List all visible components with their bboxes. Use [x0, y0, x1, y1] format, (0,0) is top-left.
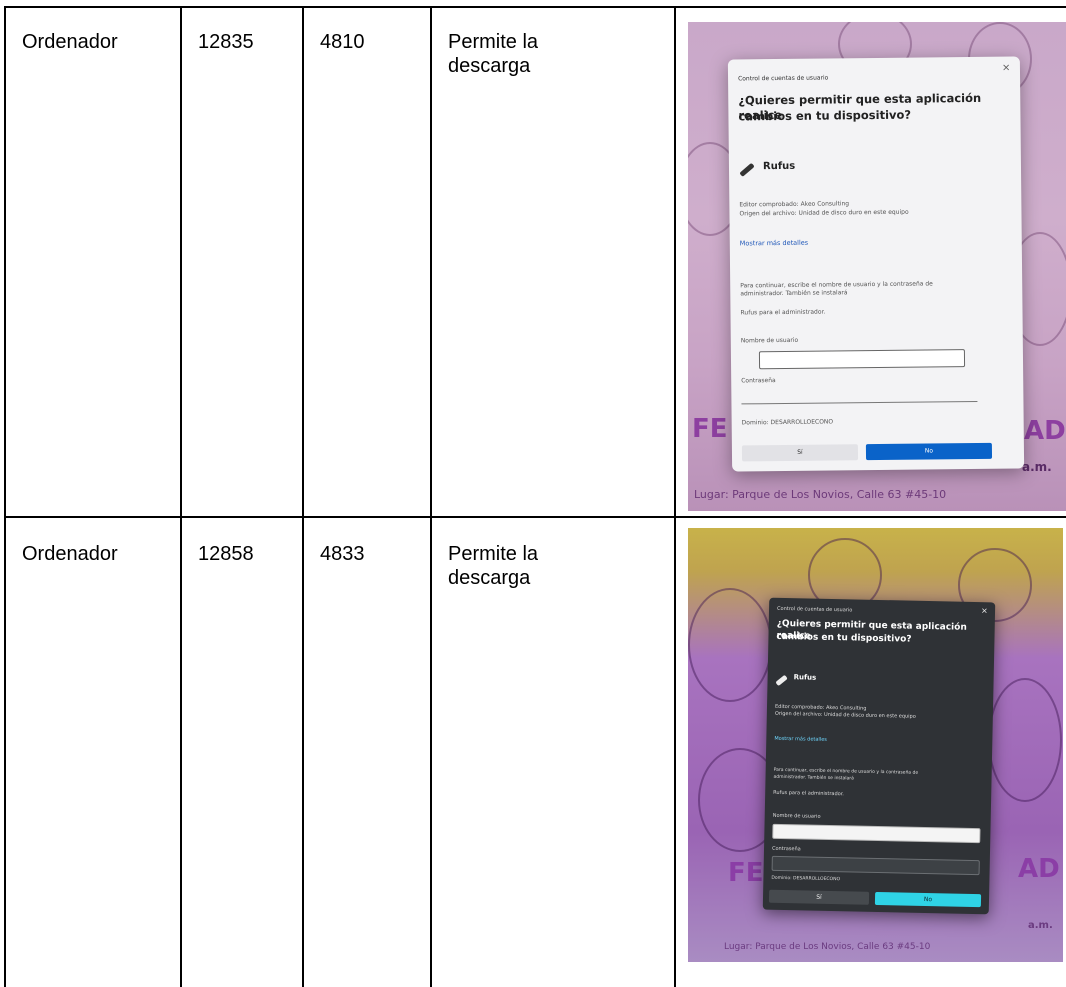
- poster-place: Lugar: Parque de Los Novios, Calle 63 #4…: [694, 488, 947, 501]
- yes-button-label: Sí: [797, 448, 803, 456]
- dialog-header: Control de cuentas de usuario: [776, 605, 853, 614]
- dialog-question-line2: cambios en tu dispositivo?: [776, 631, 912, 645]
- table-top-border: [4, 6, 1066, 8]
- screenshot-photo-dark: FE AD a.m. Lugar: Parque de Los Novios, …: [688, 528, 1063, 962]
- publisher-text: Editor comprobado: Akeo Consulting: [739, 200, 850, 209]
- poster-place: Lugar: Parque de Los Novios, Calle 63 #4…: [724, 942, 931, 952]
- poster-text: AD: [1018, 854, 1060, 884]
- pen-icon: [775, 674, 788, 687]
- screenshot-photo-light: FE AD a.m. Lugar: Parque de Los Novios, …: [688, 22, 1066, 511]
- column-divider: [180, 6, 182, 987]
- device-cell: Ordenador: [22, 31, 118, 53]
- poster-illustration: [988, 678, 1062, 802]
- value-cell: 4833: [320, 543, 365, 565]
- password-field[interactable]: [741, 400, 978, 405]
- value-cell: 12858: [198, 543, 254, 565]
- domain-text: Dominio: DESARROLLOECONO: [771, 875, 841, 883]
- poster-text: AD: [1024, 416, 1066, 446]
- close-icon[interactable]: ×: [981, 606, 988, 615]
- result-cell-line1: Permite la: [448, 31, 539, 53]
- column-divider: [430, 6, 432, 987]
- origin-text: Origen del archivo: Unidad de disco duro…: [739, 208, 909, 218]
- result-cell-line1: Permite la: [448, 543, 539, 565]
- yes-button-label: Sí: [816, 893, 822, 901]
- instructions-line2: administrador. También se instalará: [773, 774, 854, 782]
- result-cell-line2: descarga: [448, 55, 531, 77]
- details-link[interactable]: Mostrar más detalles: [740, 239, 808, 248]
- password-label: Contraseña: [771, 845, 801, 853]
- username-field[interactable]: [758, 349, 966, 370]
- close-icon[interactable]: ×: [1002, 63, 1011, 74]
- poster-text: FE: [692, 414, 728, 444]
- instructions-line1: Para continuar, escribe el nombre de usu…: [740, 280, 933, 290]
- poster-text: FE: [728, 858, 764, 888]
- domain-text: Dominio: DESARROLLOECONO: [741, 418, 834, 427]
- uac-dialog: Control de cuentas de usuario × ¿Quieres…: [762, 597, 996, 915]
- no-button-label: No: [923, 895, 933, 904]
- dialog-question-line2: cambios en tu dispositivo?: [738, 107, 912, 124]
- device-cell: Ordenador: [22, 543, 118, 565]
- username-field[interactable]: [772, 823, 981, 844]
- app-name: Rufus: [762, 160, 796, 173]
- dialog-header: Control de cuentas de usuario: [738, 74, 829, 83]
- result-cell-line2: descarga: [448, 567, 531, 589]
- admin-note: Rufus para el administrador.: [740, 308, 826, 317]
- poster-time: a.m.: [1022, 460, 1052, 474]
- admin-note: Rufus para el administrador.: [773, 789, 844, 798]
- pen-icon: [739, 162, 755, 177]
- poster-illustration: [688, 588, 772, 702]
- row-divider: [4, 516, 1066, 518]
- no-button-label: No: [924, 447, 934, 455]
- value-cell: 4810: [320, 31, 365, 53]
- value-cell: 12835: [198, 31, 254, 53]
- details-link[interactable]: Mostrar más detalles: [774, 736, 827, 743]
- column-divider: [674, 6, 676, 987]
- username-label: Nombre de usuario: [772, 812, 821, 820]
- yes-button[interactable]: Sí: [768, 889, 870, 905]
- instructions-line2: administrador. También se instalará: [740, 289, 848, 298]
- password-field[interactable]: [771, 855, 980, 876]
- uac-dialog: Control de cuentas de usuario × ¿Quieres…: [727, 56, 1025, 472]
- no-button[interactable]: No: [874, 891, 982, 908]
- no-button[interactable]: No: [865, 442, 993, 461]
- username-label: Nombre de usuario: [740, 336, 799, 345]
- poster-time: a.m.: [1028, 920, 1053, 931]
- column-divider: [302, 6, 304, 987]
- origin-text: Origen del archivo: Unidad de disco duro…: [774, 710, 916, 720]
- yes-button[interactable]: Sí: [741, 444, 859, 462]
- password-label: Contraseña: [741, 377, 776, 385]
- app-name: Rufus: [793, 673, 817, 682]
- document-table: Ordenador 12835 4810 Permite la descarga…: [0, 0, 1066, 987]
- table-left-border: [4, 6, 6, 987]
